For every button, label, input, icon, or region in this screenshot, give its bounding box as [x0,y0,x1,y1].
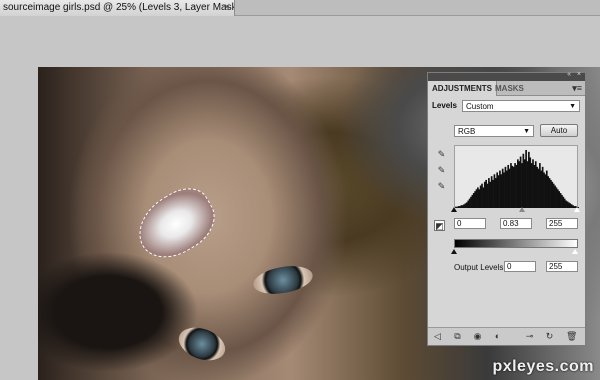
black-point-eyedropper-icon[interactable]: ✎ [436,149,447,160]
output-black-handle[interactable] [451,249,457,254]
view-previous-icon[interactable]: ◐ [492,331,503,342]
lip-selection-marquee[interactable] [126,178,226,270]
panel-title-strip: « × [428,71,585,81]
input-white-field[interactable]: 255 [546,218,578,229]
document-tab-title: sourceimage girls.psd @ 25% (Levels 3, L… [3,2,235,13]
document-tab-bar: sourceimage girls.psd @ 25% (Levels 3, L… [0,0,600,16]
watermark-logo: pxleyes.com [492,358,594,375]
close-panel-icon[interactable]: × [577,71,581,78]
close-tab-icon[interactable]: × [224,0,230,16]
output-white-field[interactable]: 255 [546,261,578,272]
preset-select[interactable]: Custom ▼ [462,100,580,112]
gray-point-eyedropper-icon[interactable]: ✎ [436,165,447,176]
back-arrow-icon[interactable]: ◁ [432,331,443,342]
chevron-down-icon: ▼ [523,128,530,135]
document-tab[interactable]: sourceimage girls.psd @ 25% (Levels 3, L… [0,0,235,16]
output-levels-gradient [454,239,578,248]
input-black-field[interactable]: 0 [454,218,486,229]
preset-value: Custom [466,102,494,111]
clip-to-layer-icon[interactable]: ◩ [434,220,445,231]
histogram [454,145,580,208]
black-point-handle[interactable] [451,207,457,212]
channel-select[interactable]: RGB ▼ [454,125,534,137]
histogram-graph [455,150,580,208]
visibility-eye-icon[interactable]: ◉ [472,331,483,342]
channel-value: RGB [458,127,476,136]
eye-right [174,321,230,367]
output-white-handle[interactable] [572,249,578,254]
clip-layer-icon[interactable]: ⊸ [524,331,535,342]
input-levels-slider[interactable] [451,207,580,213]
white-point-handle[interactable] [574,207,580,212]
tab-masks[interactable]: MASKS [491,81,528,96]
levels-label: Levels [432,101,457,110]
output-levels-label: Output Levels: [454,263,506,272]
chevron-down-icon: ▼ [569,103,576,110]
collapse-panel-icon[interactable]: « [567,71,571,78]
trash-icon[interactable]: 🗑 [566,331,577,342]
panel-menu-icon[interactable]: ▾≡ [572,81,582,96]
input-gamma-field[interactable]: 0.83 [500,218,532,229]
gamma-handle[interactable] [519,207,525,212]
expanded-view-icon[interactable]: ⧉ [452,331,463,342]
adjustments-panel: « × ADJUSTMENTS MASKS ▾≡ Levels Custom ▼… [427,71,586,346]
output-black-field[interactable]: 0 [504,261,536,272]
reset-icon[interactable]: ↻ [544,331,555,342]
panel-footer: ◁ ⧉ ◉ ◐ ⊸ ↻ 🗑 [428,327,585,345]
panel-tabs: ADJUSTMENTS MASKS ▾≡ [428,81,585,96]
tab-adjustments[interactable]: ADJUSTMENTS [428,81,498,96]
white-point-eyedropper-icon[interactable]: ✎ [436,181,447,192]
auto-button[interactable]: Auto [540,124,578,137]
eye-left [251,261,315,299]
